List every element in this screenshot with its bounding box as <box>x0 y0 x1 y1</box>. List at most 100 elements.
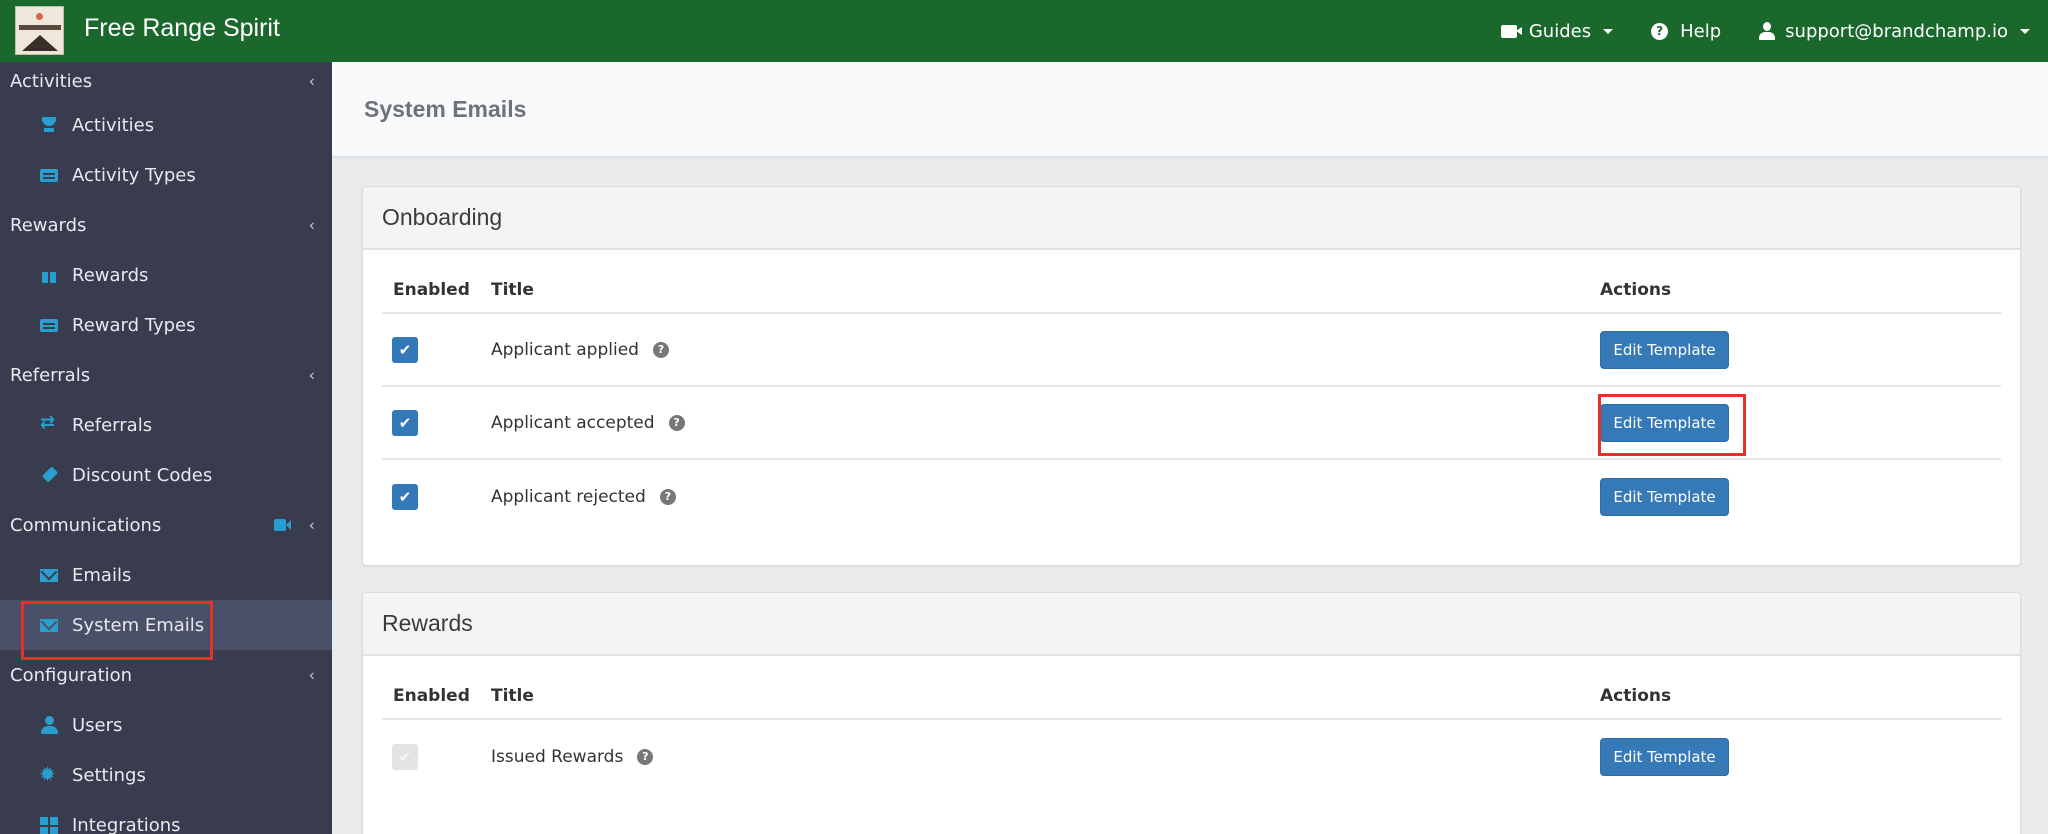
email-title: Applicant applied <box>491 339 639 360</box>
enabled-checkbox[interactable]: ✔ <box>392 409 418 436</box>
brand-logo[interactable] <box>15 6 64 55</box>
column-header-enabled: Enabled <box>393 686 470 706</box>
enabled-checkbox-disabled: ✔ <box>392 743 418 770</box>
emails-table: Enabled Title Actions ✔ Applicant applie… <box>382 250 2001 533</box>
email-title: Applicant rejected <box>491 486 646 507</box>
page-title: System Emails <box>364 95 527 122</box>
table-row: ✔ Applicant accepted ? Edit Template <box>382 387 2001 460</box>
chevron-left-icon: ‹ <box>308 71 315 91</box>
sidebar-item-reward-types[interactable]: Reward Types <box>0 300 332 350</box>
sidebar-section-label: Configuration <box>10 664 133 686</box>
sidebar-item-label: Integrations <box>72 814 181 834</box>
sidebar-item-rewards[interactable]: Rewards <box>0 250 332 300</box>
gift-icon <box>40 266 58 284</box>
sidebar-item-label: Emails <box>72 564 132 586</box>
question-circle-icon[interactable]: ? <box>652 341 669 358</box>
caret-down-icon <box>1603 28 1614 34</box>
sidebar-section-label: Referrals <box>10 364 91 386</box>
sidebar-item-integrations[interactable]: Integrations <box>0 800 332 834</box>
question-circle-icon[interactable]: ? <box>659 488 676 505</box>
user-icon <box>40 716 58 734</box>
brand-name[interactable]: Free Range Spirit <box>84 14 280 43</box>
sidebar-item-label: Reward Types <box>72 314 196 336</box>
column-header-enabled: Enabled <box>393 280 470 300</box>
logo-mountain-icon <box>22 35 58 51</box>
trophy-icon <box>40 116 58 134</box>
help-link[interactable]: ? Help <box>1651 21 1721 42</box>
cog-icon <box>39 762 58 786</box>
sidebar-section-rewards[interactable]: Rewards ‹ <box>0 200 332 250</box>
sidebar-item-users[interactable]: Users <box>0 700 332 750</box>
enabled-checkbox[interactable]: ✔ <box>392 336 418 363</box>
sidebar-item-referrals[interactable]: Referrals <box>0 400 332 450</box>
sidebar-item-label: Settings <box>72 764 146 786</box>
chevron-left-icon: ‹ <box>308 515 315 535</box>
table-row: ✔ Issued Rewards ? Edit Template <box>382 720 2001 793</box>
table-header: Enabled Title Actions <box>382 656 2001 720</box>
question-circle-icon[interactable]: ? <box>668 414 685 431</box>
sidebar-item-activities[interactable]: Activities <box>0 100 332 150</box>
chevron-left-icon: ‹ <box>308 365 315 385</box>
sidebar-item-settings[interactable]: Settings <box>0 750 332 800</box>
sidebar-item-system-emails[interactable]: System Emails <box>0 600 332 650</box>
table-row: ✔ Applicant rejected ? Edit Template <box>382 460 2001 533</box>
retweet-icon <box>40 412 58 434</box>
edit-template-button[interactable]: Edit Template <box>1600 330 1729 369</box>
sidebar-item-label: Activity Types <box>72 164 196 186</box>
user-menu-dropdown[interactable]: support@brandchamp.io <box>1759 21 2030 42</box>
logo-banner <box>19 25 61 30</box>
envelope-icon <box>40 616 58 634</box>
sidebar-section-configuration[interactable]: Configuration ‹ <box>0 650 332 700</box>
sidebar-section-label: Communications <box>10 514 162 536</box>
email-title: Applicant accepted <box>491 412 655 433</box>
video-camera-icon[interactable] <box>274 519 291 531</box>
panel-onboarding: Onboarding Enabled Title Actions ✔ Appli… <box>362 186 2021 566</box>
user-email: support@brandchamp.io <box>1785 20 2008 42</box>
grid-icon <box>40 816 58 834</box>
emails-table: Enabled Title Actions ✔ Issued Rewards ?… <box>382 656 2001 793</box>
logo-sun-icon <box>36 13 43 20</box>
help-label: Help <box>1680 20 1722 42</box>
top-nav-links: Guides ? Help support@brandchamp.io <box>1500 0 2030 62</box>
page-header: System Emails <box>332 62 2048 158</box>
sidebar-item-label: Users <box>72 714 123 736</box>
panel-rewards: Rewards Enabled Title Actions ✔ Issued R… <box>362 592 2021 834</box>
column-header-actions: Actions <box>1600 686 1672 706</box>
video-camera-icon <box>1500 24 1522 38</box>
question-circle-icon[interactable]: ? <box>637 748 654 765</box>
panel-title: Rewards <box>382 610 473 636</box>
panel-header: Onboarding <box>363 187 2020 250</box>
envelope-icon <box>40 566 58 584</box>
panel-title: Onboarding <box>382 204 503 230</box>
sidebar-item-emails[interactable]: Emails <box>0 550 332 600</box>
chevron-left-icon: ‹ <box>308 665 315 685</box>
top-navbar: Free Range Spirit Guides ? Help support@… <box>0 0 2048 62</box>
guides-dropdown[interactable]: Guides <box>1500 21 1614 42</box>
sidebar-section-label: Rewards <box>10 214 87 236</box>
edit-template-button[interactable]: Edit Template <box>1600 737 1729 776</box>
sidebar-item-label: System Emails <box>72 614 205 636</box>
sidebar-item-label: Referrals <box>72 414 153 436</box>
sidebar-item-activity-types[interactable]: Activity Types <box>0 150 332 200</box>
email-title: Issued Rewards <box>491 746 624 767</box>
column-header-actions: Actions <box>1600 280 1672 300</box>
table-header: Enabled Title Actions <box>382 250 2001 314</box>
sidebar-item-label: Discount Codes <box>72 464 213 486</box>
ticket-icon <box>40 466 58 484</box>
user-icon <box>1759 22 1776 40</box>
column-header-title: Title <box>491 280 534 300</box>
list-icon <box>40 316 58 334</box>
sidebar-section-communications[interactable]: Communications ‹ <box>0 500 332 550</box>
sidebar-section-referrals[interactable]: Referrals ‹ <box>0 350 332 400</box>
main-content: System Emails Onboarding Enabled Title A… <box>332 62 2048 834</box>
question-circle-icon: ? <box>1651 22 1669 40</box>
sidebar: Activities ‹ Activities Activity Types R… <box>0 62 332 834</box>
sidebar-section-activities[interactable]: Activities ‹ <box>0 62 332 100</box>
sidebar-item-discount-codes[interactable]: Discount Codes <box>0 450 332 500</box>
list-icon <box>40 166 58 184</box>
table-row: ✔ Applicant applied ? Edit Template <box>382 314 2001 387</box>
edit-template-button[interactable]: Edit Template <box>1600 403 1729 442</box>
edit-template-button[interactable]: Edit Template <box>1600 477 1729 516</box>
sidebar-section-label: Activities <box>10 70 93 92</box>
enabled-checkbox[interactable]: ✔ <box>392 483 418 510</box>
